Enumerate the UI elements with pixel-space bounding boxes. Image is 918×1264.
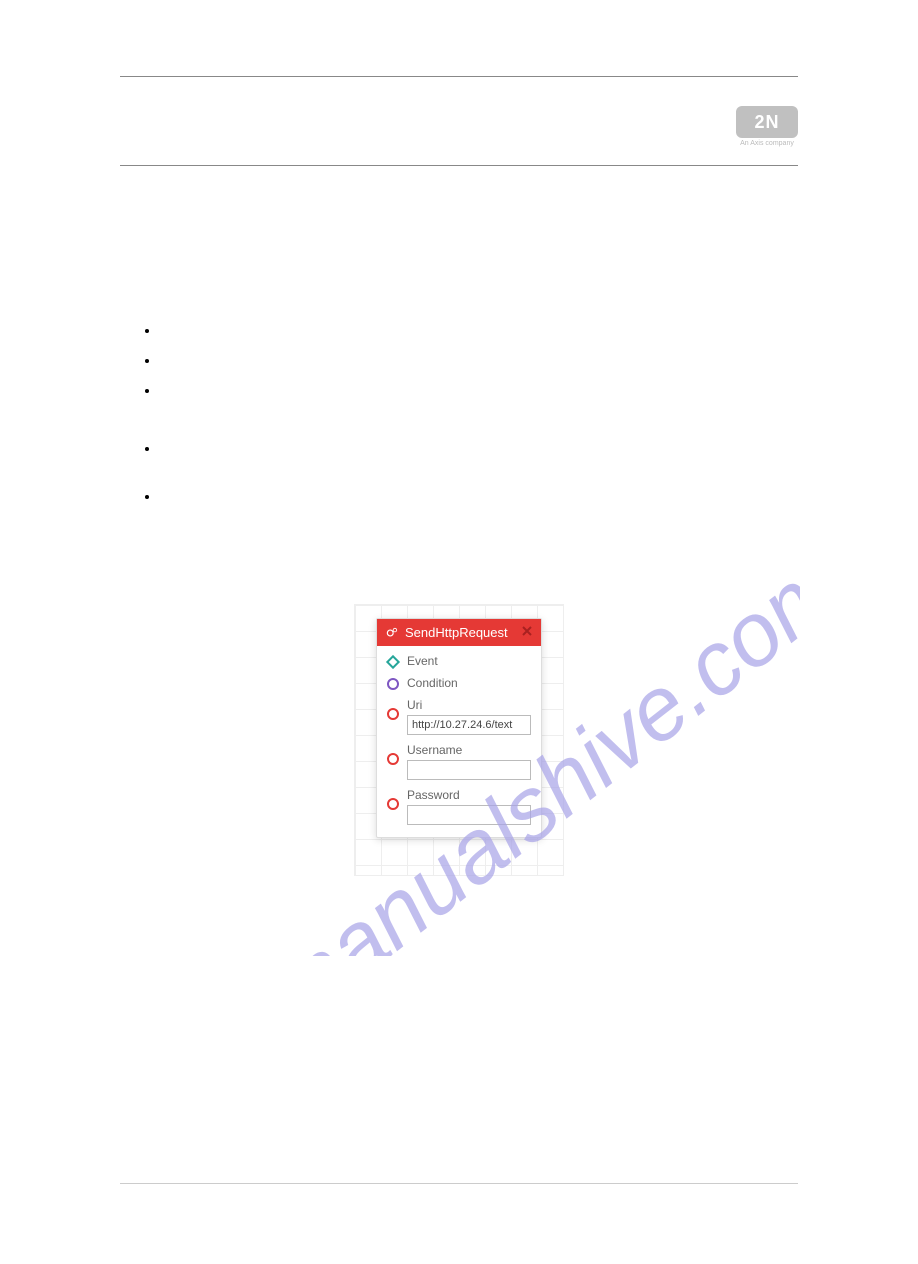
port-condition[interactable]: Condition [387, 676, 531, 690]
port-event[interactable]: Event [387, 654, 531, 668]
list-item [160, 352, 798, 368]
node-card[interactable]: SendHttpRequest Event Condition Uri [376, 618, 542, 838]
bullet-list [120, 322, 798, 504]
password-label: Password [407, 788, 531, 802]
uri-label: Uri [407, 698, 531, 712]
port-uri[interactable]: Uri [387, 698, 531, 735]
logo-mark: 2N [736, 106, 798, 138]
password-input[interactable] [407, 805, 531, 825]
logo-subtitle: An Axis company [736, 140, 798, 147]
top-divider [120, 76, 798, 77]
circle-icon [387, 708, 399, 720]
list-item [160, 322, 798, 338]
close-icon[interactable] [521, 625, 533, 640]
node-header[interactable]: SendHttpRequest [377, 619, 541, 646]
brand-logo: 2N An Axis company [736, 106, 798, 147]
list-item [160, 382, 798, 398]
port-password[interactable]: Password [387, 788, 531, 825]
circle-icon [387, 678, 399, 690]
node-body: Event Condition Uri Username [377, 646, 541, 837]
circle-icon [387, 798, 399, 810]
list-item [160, 488, 798, 504]
list-item [160, 440, 798, 456]
username-input[interactable] [407, 760, 531, 780]
node-title: SendHttpRequest [405, 625, 521, 640]
gear-icon [385, 626, 399, 640]
uri-input[interactable] [407, 715, 531, 735]
section-divider [120, 165, 798, 166]
circle-icon [387, 753, 399, 765]
username-label: Username [407, 743, 531, 757]
event-label: Event [407, 654, 438, 668]
port-username[interactable]: Username [387, 743, 531, 780]
bottom-divider [120, 1183, 798, 1184]
diamond-icon [386, 655, 400, 669]
condition-label: Condition [407, 676, 458, 690]
